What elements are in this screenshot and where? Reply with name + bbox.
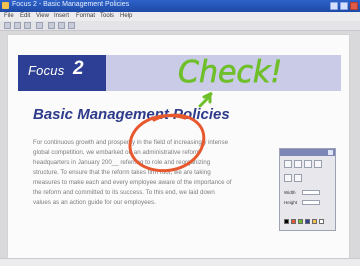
marker-tool-icon[interactable] — [294, 160, 302, 168]
check-arrow-icon — [198, 91, 213, 108]
line-tool-icon[interactable] — [294, 174, 302, 182]
eraser-tool-icon[interactable] — [314, 160, 322, 168]
color-swatch[interactable] — [305, 219, 310, 224]
ink-circle — [128, 113, 206, 173]
ink-palette: Width Height — [279, 148, 336, 231]
handwritten-check-text: Check! — [178, 55, 282, 90]
palette-title-bar[interactable] — [280, 149, 335, 156]
width-label: Width — [284, 190, 296, 195]
pen-tool-icon[interactable] — [284, 160, 292, 168]
palette-close-icon[interactable] — [328, 150, 333, 155]
height-field[interactable] — [302, 200, 320, 205]
color-swatch[interactable] — [284, 219, 289, 224]
app-window: Focus 2 - Basic Management Policies File… — [0, 0, 360, 266]
color-swatch[interactable] — [319, 219, 324, 224]
color-swatch[interactable] — [312, 219, 317, 224]
pen-tool-icon[interactable] — [284, 174, 292, 182]
highlighter-tool-icon[interactable] — [304, 160, 312, 168]
color-swatch[interactable] — [298, 219, 303, 224]
width-field[interactable] — [302, 190, 320, 195]
color-swatch[interactable] — [291, 219, 296, 224]
height-label: Height — [284, 200, 298, 205]
